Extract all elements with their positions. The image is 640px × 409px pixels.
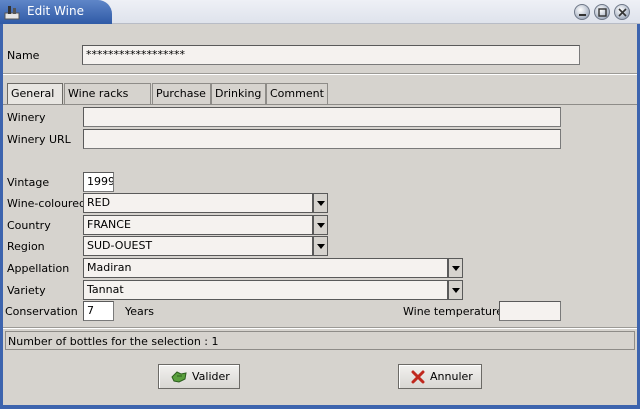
tab-wine-racks[interactable]: Wine racks [64, 83, 151, 104]
separator [3, 327, 637, 329]
close-button[interactable] [614, 4, 630, 20]
wine-temperature-label: Wine temperature [403, 305, 504, 318]
variety-value[interactable]: Tannat [83, 280, 448, 300]
chevron-down-icon[interactable] [313, 215, 328, 235]
status-bar: Number of bottles for the selection : 1 [5, 331, 635, 350]
wine-coloured-value[interactable]: RED [83, 193, 313, 213]
wine-coloured-combo[interactable]: RED [83, 193, 328, 213]
wine-coloured-label: Wine-coloured [7, 197, 86, 210]
country-value[interactable]: FRANCE [83, 215, 313, 235]
status-text: Number of bottles for the selection : 1 [8, 335, 219, 348]
tab-comment[interactable]: Comment [266, 83, 328, 104]
window-title: Edit Wine [27, 4, 84, 18]
vintage-label: Vintage [7, 176, 50, 189]
maximize-button[interactable] [594, 4, 610, 20]
title-tab: Edit Wine [0, 0, 112, 24]
appellation-value[interactable]: Madiran [83, 258, 448, 278]
conservation-unit: Years [125, 305, 155, 318]
variety-label: Variety [7, 284, 46, 297]
tab-drinking[interactable]: Drinking [211, 83, 266, 104]
cancel-x-icon [411, 370, 425, 383]
ok-hand-icon [171, 370, 187, 383]
minimize-button[interactable] [574, 4, 590, 20]
country-label: Country [7, 219, 51, 232]
chevron-down-icon[interactable] [448, 280, 463, 300]
separator [3, 73, 637, 75]
winery-label: Winery [7, 111, 46, 124]
chevron-down-icon[interactable] [313, 193, 328, 213]
title-bar[interactable]: Edit Wine [0, 0, 640, 24]
validate-label: Valider [192, 370, 230, 383]
window-frame-bottom [0, 405, 640, 409]
winery-field[interactable] [83, 107, 561, 127]
tab-general[interactable]: General [7, 83, 63, 105]
window-frame-left [0, 24, 3, 409]
region-value[interactable]: SUD-OUEST [83, 236, 313, 256]
winery-url-label: Winery URL [7, 133, 71, 146]
country-combo[interactable]: FRANCE [83, 215, 328, 235]
conservation-label: Conservation [5, 305, 78, 318]
region-label: Region [7, 240, 45, 253]
validate-button[interactable]: Valider [158, 364, 240, 389]
cancel-button[interactable]: Annuler [398, 364, 482, 389]
wine-temperature-field[interactable] [499, 301, 561, 321]
vintage-field[interactable]: 1999 [83, 172, 114, 192]
name-field[interactable]: ****************** [82, 45, 580, 65]
winery-url-field[interactable] [83, 129, 561, 149]
chevron-down-icon[interactable] [313, 236, 328, 256]
name-label: Name [7, 49, 40, 62]
variety-combo[interactable]: Tannat [83, 280, 463, 300]
wine-app-icon [4, 4, 20, 20]
region-combo[interactable]: SUD-OUEST [83, 236, 328, 256]
tab-purchase[interactable]: Purchase [152, 83, 211, 104]
cancel-label: Annuler [430, 370, 473, 383]
tab-panel-border [3, 104, 637, 105]
appellation-combo[interactable]: Madiran [83, 258, 463, 278]
appellation-label: Appellation [7, 262, 70, 275]
conservation-field[interactable]: 7 [83, 301, 114, 321]
chevron-down-icon[interactable] [448, 258, 463, 278]
